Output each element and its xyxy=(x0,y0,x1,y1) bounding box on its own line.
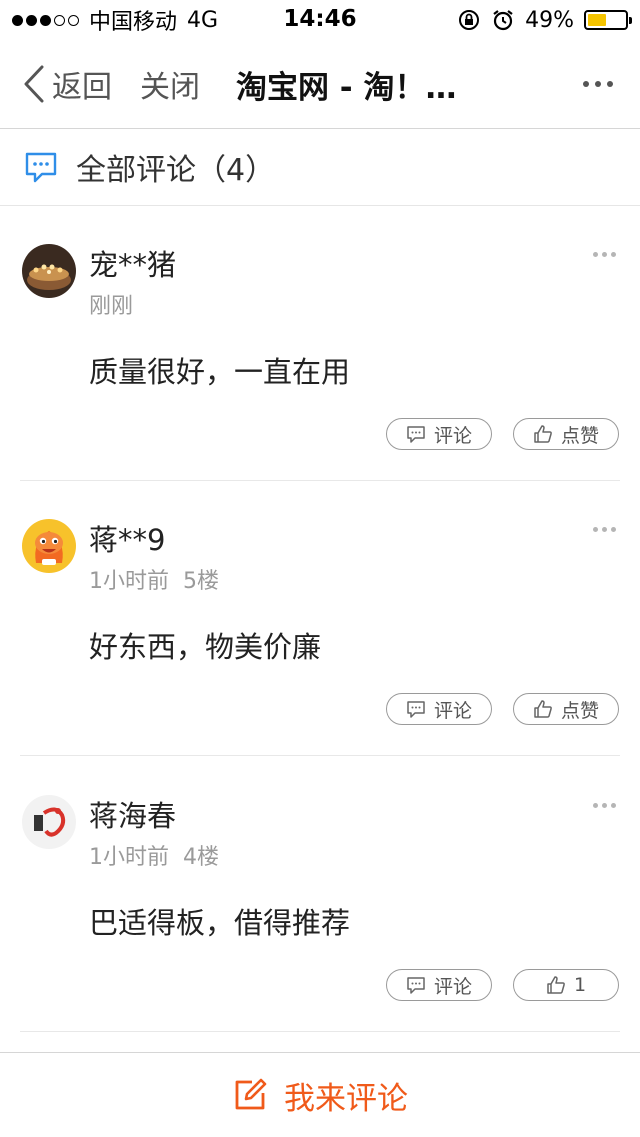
more-options-button[interactable] xyxy=(582,74,614,94)
comment-actions: 评论 1 xyxy=(386,969,619,1001)
battery-percent: 49% xyxy=(525,7,574,33)
comment-floor: 4楼 xyxy=(183,845,219,870)
comment-item: 蒋海春 1小时前 4楼 巴适得板，借得推荐 评论 1 xyxy=(0,757,640,1032)
comment-text: 巴适得板，借得推荐 xyxy=(89,906,351,940)
reply-button[interactable]: 评论 xyxy=(386,969,492,1001)
reply-button[interactable]: 评论 xyxy=(386,693,492,725)
alarm-icon xyxy=(493,10,513,31)
comments-header: 全部评论（4） xyxy=(0,129,640,206)
reply-button[interactable]: 评论 xyxy=(386,418,492,450)
more-dots-icon xyxy=(583,81,613,87)
reply-label: 评论 xyxy=(433,699,472,722)
comment-item: 蒋**9 1小时前 5楼 好东西，物美价廉 评论 点赞 xyxy=(0,481,640,756)
commenter-name[interactable]: 蒋**9 xyxy=(89,517,165,559)
comment-time: 1小时前 xyxy=(89,845,169,870)
like-button[interactable]: 点赞 xyxy=(513,418,619,450)
like-label: 点赞 xyxy=(560,699,599,722)
commenter-name[interactable]: 蒋海春 xyxy=(89,793,176,835)
divider xyxy=(20,1031,620,1032)
status-bar: 中国移动 4G 14:46 49% xyxy=(0,0,640,40)
avatar-candles-image xyxy=(22,244,76,298)
comment-meta: 1小时前 4楼 xyxy=(89,839,219,871)
comment-more-icon[interactable] xyxy=(593,803,616,808)
avatar[interactable] xyxy=(22,244,76,298)
comment-time: 刚刚 xyxy=(89,294,134,319)
nav-bar: 返回 关闭 淘宝网 - 淘！… xyxy=(0,40,640,129)
reply-label: 评论 xyxy=(433,424,472,447)
reply-label: 评论 xyxy=(433,975,472,998)
comment-floor: 5楼 xyxy=(183,569,219,594)
page-title: 淘宝网 - 淘！… xyxy=(236,69,457,106)
divider xyxy=(20,755,620,756)
comment-meta: 刚刚 xyxy=(89,288,133,320)
like-label: 点赞 xyxy=(560,424,599,447)
comment-actions: 评论 点赞 xyxy=(386,418,619,450)
write-comment-label: 我来评论 xyxy=(284,1080,408,1117)
avatar[interactable] xyxy=(22,519,76,573)
comments-count-title: 全部评论（4） xyxy=(76,153,276,188)
like-count: 1 xyxy=(573,974,587,996)
close-button[interactable]: 关闭 xyxy=(140,62,200,106)
avatar[interactable] xyxy=(22,795,76,849)
back-label: 返回 xyxy=(52,70,112,105)
like-button[interactable]: 1 xyxy=(513,969,619,1001)
comment-text: 质量很好，一直在用 xyxy=(89,355,351,389)
comment-time: 1小时前 xyxy=(89,569,169,594)
comment-icon xyxy=(407,977,425,994)
comment-icon xyxy=(407,701,425,718)
comment-more-icon[interactable] xyxy=(593,252,616,257)
chat-bubble-icon xyxy=(25,152,57,183)
comment-text: 好东西，物美价廉 xyxy=(89,630,322,664)
chevron-left-icon xyxy=(24,65,44,103)
comment-icon xyxy=(407,426,425,443)
avatar-mascot-image xyxy=(22,519,76,573)
back-button[interactable]: 返回 xyxy=(22,62,112,106)
thumbs-up-icon xyxy=(547,976,565,994)
battery-icon xyxy=(584,10,632,30)
commenter-name[interactable]: 宠**猪 xyxy=(89,242,176,284)
like-button[interactable]: 点赞 xyxy=(513,693,619,725)
comment-item: 宠**猪 刚刚 质量很好，一直在用 评论 点赞 xyxy=(0,206,640,481)
rotation-lock-icon xyxy=(459,10,480,30)
comment-meta: 1小时前 5楼 xyxy=(89,563,219,595)
comment-more-icon[interactable] xyxy=(593,527,616,532)
edit-icon xyxy=(235,1078,267,1110)
write-comment-button[interactable]: 我来评论 xyxy=(0,1052,640,1137)
thumbs-up-icon xyxy=(534,425,552,443)
status-right: 49% xyxy=(457,6,632,34)
avatar-logo-image xyxy=(22,795,76,849)
comment-actions: 评论 点赞 xyxy=(386,693,619,725)
battery-level xyxy=(588,14,606,26)
thumbs-up-icon xyxy=(534,700,552,718)
